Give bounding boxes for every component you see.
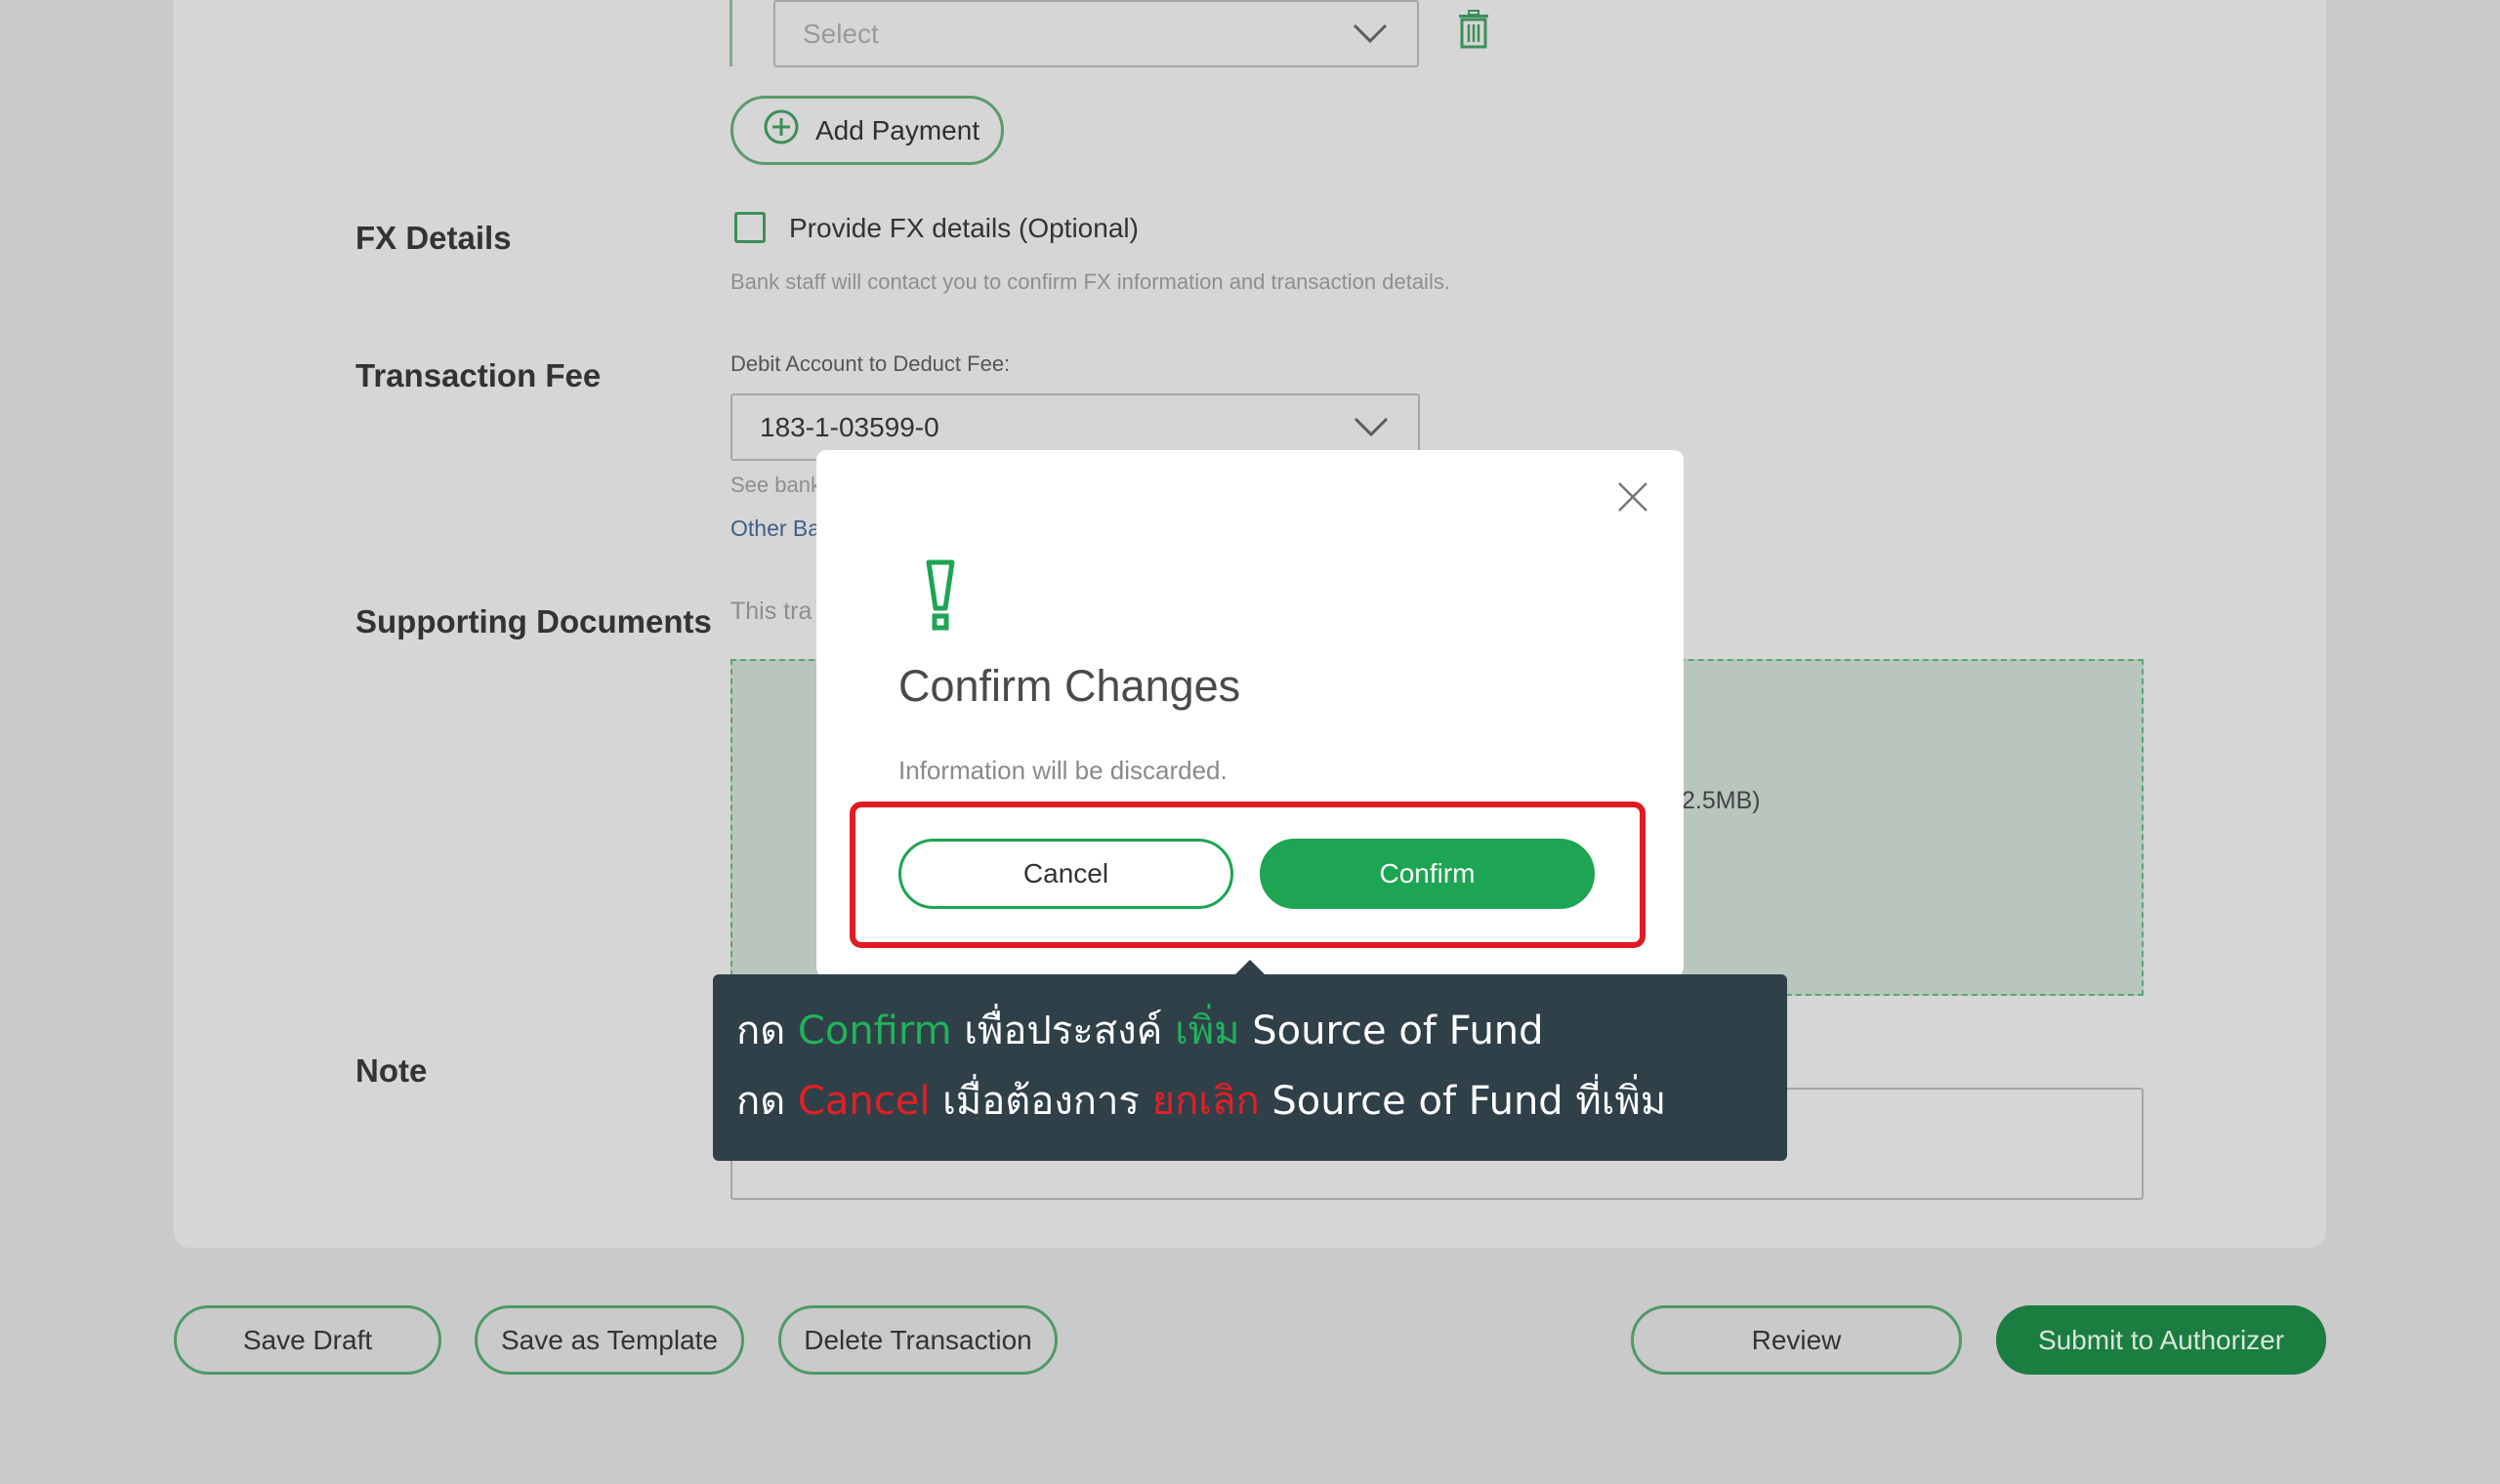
tooltip-text: เมื่อต้องการ: [930, 1079, 1152, 1124]
tooltip-text: กด: [736, 1079, 798, 1124]
chevron-down-icon: [1353, 19, 1388, 50]
tooltip-text: เพื่อประสงค์: [951, 1009, 1176, 1053]
payment-select-placeholder: Select: [803, 18, 879, 49]
other-bank-link[interactable]: Other Ba: [730, 515, 820, 542]
cancel-button[interactable]: Cancel: [898, 839, 1233, 909]
fx-details-checkbox[interactable]: [734, 212, 766, 243]
tooltip-text: Source of Fund: [1239, 1009, 1544, 1053]
save-as-template-button[interactable]: Save as Template: [475, 1305, 744, 1375]
submit-to-authorizer-button[interactable]: Submit to Authorizer: [1996, 1305, 2326, 1375]
tooltip-arrow: [1234, 960, 1266, 975]
tooltip-text: กด: [736, 1009, 798, 1053]
payment-group-line: [729, 0, 732, 66]
trash-icon[interactable]: [1457, 10, 1490, 54]
tooltip-discard-keyword: ยกเลิก: [1151, 1079, 1260, 1124]
note-label: Note: [355, 1052, 428, 1089]
exclamation-icon: [926, 559, 955, 639]
dropzone-size-text: 2.5MB): [1682, 787, 1761, 814]
fee-hint: See bank: [730, 473, 821, 497]
debit-account-label: Debit Account to Deduct Fee:: [730, 351, 1011, 376]
close-icon[interactable]: [1615, 479, 1650, 519]
tooltip-line-cancel: กด Cancel เมื่อต้องการ ยกเลิก Source of …: [736, 1066, 1764, 1136]
tooltip-cancel-keyword: Cancel: [797, 1079, 931, 1124]
payment-select[interactable]: Select: [773, 0, 1419, 67]
supporting-documents-label: Supporting Documents: [355, 603, 712, 639]
add-payment-label: Add Payment: [815, 114, 980, 145]
add-payment-button[interactable]: Add Payment: [730, 96, 1004, 165]
review-button[interactable]: Review: [1631, 1305, 1962, 1375]
save-draft-button[interactable]: Save Draft: [174, 1305, 441, 1375]
tooltip-line-confirm: กด Confirm เพื่อประสงค์ เพิ่ม Source of …: [736, 996, 1764, 1066]
fx-details-label: FX Details: [355, 220, 512, 256]
confirm-button[interactable]: Confirm: [1260, 839, 1595, 909]
instruction-tooltip: กด Confirm เพื่อประสงค์ เพิ่ม Source of …: [713, 974, 1787, 1161]
modal-message: Information will be discarded.: [898, 756, 1228, 785]
tooltip-text: Source of Fund ที่เพิ่ม: [1259, 1079, 1667, 1124]
fx-hint: Bank staff will contact you to confirm F…: [730, 269, 1450, 294]
delete-transaction-button[interactable]: Delete Transaction: [778, 1305, 1058, 1375]
plus-circle-icon: [763, 108, 800, 152]
chevron-down-icon: [1354, 412, 1389, 443]
fx-checkbox-label: Provide FX details (Optional): [789, 213, 1139, 243]
docs-hint: This tra: [730, 598, 812, 625]
modal-title: Confirm Changes: [898, 661, 1241, 711]
debit-account-value: 183-1-03599-0: [760, 411, 939, 442]
tooltip-confirm-keyword: Confirm: [797, 1009, 952, 1053]
transaction-fee-label: Transaction Fee: [355, 357, 602, 393]
tooltip-add-keyword: เพิ่ม: [1175, 1009, 1240, 1053]
